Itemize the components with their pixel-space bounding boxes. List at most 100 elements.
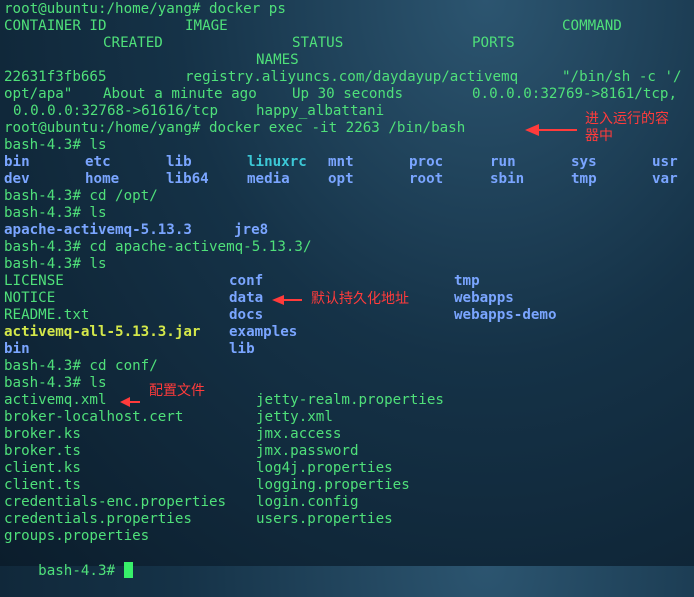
- file-entry: jmx.password: [256, 443, 359, 459]
- conf-listing-row: broker-localhost.cert jetty.xml: [4, 409, 694, 426]
- file-entry: credentials-enc.properties: [4, 494, 227, 510]
- dir-entry: media: [247, 171, 290, 187]
- dir-entry: sys: [571, 154, 597, 170]
- current-prompt-line[interactable]: bash-4.3#: [4, 545, 694, 579]
- terminal-line: bash-4.3# cd /opt/: [4, 188, 158, 204]
- cursor-block: [123, 562, 133, 578]
- container-created: About a minute ago: [103, 86, 257, 102]
- dir-entry: run: [490, 154, 516, 170]
- arrow-left-icon: [525, 124, 577, 136]
- root-listing-row-1: bin etc lib linuxrc mnt proc run sys usr: [4, 154, 694, 171]
- dir-entry: lib: [229, 341, 255, 357]
- terminal-line: root@ubuntu:/home/yang# docker ps: [4, 1, 286, 17]
- header-names: NAMES: [256, 52, 299, 68]
- data-annotation: 默认持久化地址: [311, 291, 409, 307]
- conf-listing-row: credentials-enc.properties login.config: [4, 494, 694, 511]
- container-ports: 0.0.0.0:32769->8161/tcp,: [472, 86, 677, 102]
- jar-file-entry: activemq-all-5.13.3.jar: [4, 324, 201, 340]
- header-created: CREATED: [103, 35, 163, 51]
- terminal-line: bash-4.3# cd apache-activemq-5.13.3/: [4, 239, 312, 255]
- file-entry: broker.ks: [4, 426, 81, 442]
- dir-entry: lib: [166, 154, 192, 170]
- file-entry: login.config: [256, 494, 359, 510]
- conf-listing-row: client.ks log4j.properties: [4, 460, 694, 477]
- container-row-1: 22631f3fb665 registry.aliyuncs.com/dayda…: [4, 69, 694, 86]
- arrow-left-icon: [272, 295, 302, 305]
- dir-entry: opt: [328, 171, 354, 187]
- dir-entry: jre8: [234, 222, 269, 238]
- amq-listing-row: activemq-all-5.13.3.jar examples: [4, 324, 694, 341]
- dir-entry: webapps-demo: [454, 307, 557, 323]
- dir-entry: bin: [4, 154, 30, 170]
- dir-entry: tmp: [454, 273, 480, 289]
- conf-listing-row: broker.ks jmx.access: [4, 426, 694, 443]
- file-entry: NOTICE: [4, 290, 56, 306]
- container-image: registry.aliyuncs.com/daydayup/activemq: [185, 69, 519, 85]
- file-entry: client.ks: [4, 460, 81, 476]
- file-entry: LICENSE: [4, 273, 64, 289]
- dir-entry: docs: [229, 307, 264, 323]
- container-ports-cont: 0.0.0.0:32768->61616/tcp: [13, 103, 218, 119]
- header-status: STATUS: [292, 35, 344, 51]
- dir-entry: root: [409, 171, 444, 187]
- prompt-text: bash-4.3#: [38, 563, 124, 579]
- file-entry: broker-localhost.cert: [4, 409, 184, 425]
- conf-listing-row: credentials.properties users.properties: [4, 511, 694, 528]
- terminal-window[interactable]: root@ubuntu:/home/yang# docker ps CONTAI…: [0, 0, 694, 579]
- header-container-id: CONTAINER ID: [4, 18, 107, 34]
- opt-listing-row: apache-activemq-5.13.3 jre8: [4, 222, 694, 239]
- file-entry: jmx.access: [256, 426, 342, 442]
- conf-listing-row: activemq.xml jetty-realm.properties: [4, 392, 694, 409]
- terminal-line: bash-4.3# ls: [4, 256, 107, 272]
- dir-entry: usr: [652, 154, 678, 170]
- file-entry: users.properties: [256, 511, 393, 527]
- dir-entry: var: [652, 171, 678, 187]
- container-name: happy_albattani: [256, 103, 385, 119]
- file-entry: log4j.properties: [256, 460, 393, 476]
- arrow-left-icon: [120, 397, 140, 407]
- amq-listing-row: README.txt docs webapps-demo: [4, 307, 694, 324]
- dir-entry: etc: [85, 154, 111, 170]
- header-image: IMAGE: [185, 18, 228, 34]
- ps-header-row-1: CONTAINER ID IMAGE COMMAND: [4, 18, 694, 35]
- dir-entry: mnt: [328, 154, 354, 170]
- amq-listing-row: LICENSE conf tmp: [4, 273, 694, 290]
- terminal-line: bash-4.3# ls: [4, 205, 107, 221]
- dir-entry: lib64: [166, 171, 209, 187]
- dir-entry: tmp: [571, 171, 597, 187]
- dir-entry: proc: [409, 154, 444, 170]
- container-command: "/bin/sh -c '/: [562, 69, 682, 85]
- dir-entry: dev: [4, 171, 30, 187]
- dir-entry: home: [85, 171, 120, 187]
- dir-entry: bin: [4, 341, 30, 357]
- dir-entry: examples: [229, 324, 298, 340]
- exec-annotation: 进入运行的容 器中: [585, 111, 669, 144]
- file-entry: broker.ts: [4, 443, 81, 459]
- file-entry: groups.properties: [4, 528, 150, 544]
- root-listing-row-2: dev home lib64 media opt root sbin tmp v…: [4, 171, 694, 188]
- conf-listing-row: broker.ts jmx.password: [4, 443, 694, 460]
- file-entry: jetty.xml: [256, 409, 333, 425]
- header-ports: PORTS: [472, 35, 515, 51]
- header-command: COMMAND: [562, 18, 622, 34]
- dir-entry: sbin: [490, 171, 525, 187]
- file-entry: logging.properties: [256, 477, 410, 493]
- file-entry: client.ts: [4, 477, 81, 493]
- symlink-entry: linuxrc: [247, 154, 307, 170]
- ps-header-row-3: NAMES: [4, 52, 694, 69]
- conf-annotation: 配置文件: [149, 383, 205, 399]
- conf-listing-row: groups.properties: [4, 528, 694, 545]
- amq-listing-row: bin lib: [4, 341, 694, 358]
- container-command-cont: opt/apa": [4, 86, 73, 102]
- ps-header-row-2: CREATED STATUS PORTS: [4, 35, 694, 52]
- file-entry: activemq.xml: [4, 392, 107, 408]
- dir-entry: webapps: [454, 290, 514, 306]
- container-row-2: opt/apa" About a minute ago Up 30 second…: [4, 86, 694, 103]
- container-status: Up 30 seconds: [292, 86, 404, 102]
- dir-entry: data: [229, 290, 264, 306]
- conf-listing-row: client.ts logging.properties: [4, 477, 694, 494]
- container-id: 22631f3fb665: [4, 69, 107, 85]
- terminal-line: bash-4.3# cd conf/: [4, 358, 158, 374]
- file-entry: jetty-realm.properties: [256, 392, 444, 408]
- file-entry: credentials.properties: [4, 511, 192, 527]
